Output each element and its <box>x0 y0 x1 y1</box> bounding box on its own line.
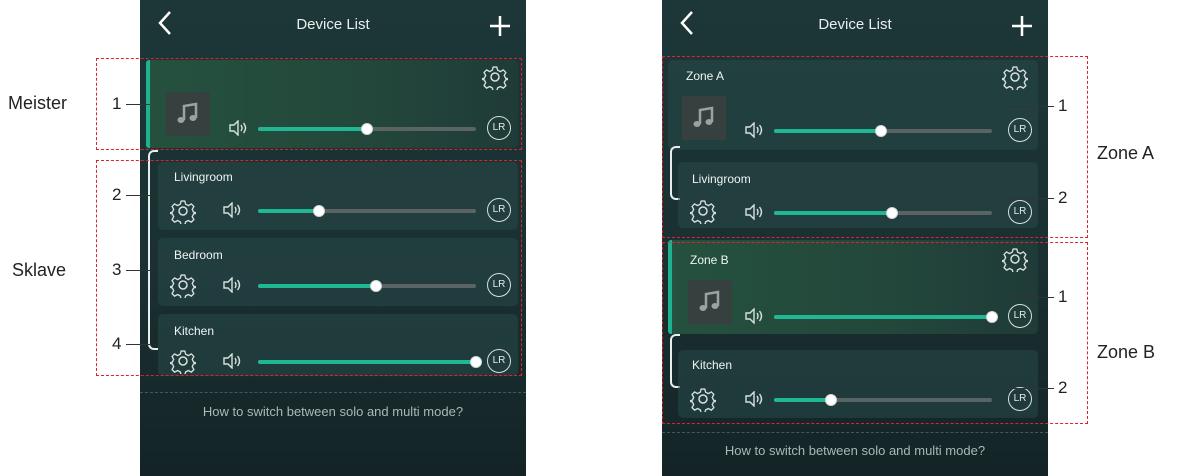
callout-number: 2 <box>112 185 122 204</box>
callout-leader <box>126 270 150 271</box>
callout-number: 1 <box>1058 96 1068 115</box>
master-highlight-box <box>96 58 522 150</box>
callout-leader <box>1006 297 1054 298</box>
top-bar: Device List <box>662 0 1048 52</box>
callout-leader <box>126 195 150 196</box>
zone-b-highlight-box <box>662 242 1088 424</box>
callout-number: 1 <box>1058 287 1068 306</box>
divider <box>662 432 1048 433</box>
callout-number: 2 <box>1058 378 1068 397</box>
zone-b-annotation: Zone B <box>1097 342 1156 362</box>
slave-highlight-box <box>96 160 522 376</box>
top-bar: Device List <box>140 0 526 52</box>
page-title: Device List <box>818 16 892 33</box>
slave-annotation: Sklave <box>12 260 67 280</box>
callout-leader <box>126 344 150 345</box>
callout-number: 2 <box>1058 188 1068 207</box>
help-link[interactable]: How to switch between solo and multi mod… <box>140 404 526 419</box>
zone-a-annotation: Zone A <box>1097 143 1155 163</box>
plus-icon[interactable] <box>488 14 512 38</box>
zone-a-highlight-box <box>662 56 1088 238</box>
divider <box>140 392 526 393</box>
callout-number: 3 <box>112 260 122 279</box>
help-link[interactable]: How to switch between solo and multi mod… <box>662 443 1048 458</box>
callout-leader <box>126 104 150 105</box>
callout-number: 1 <box>112 94 122 113</box>
callout-leader <box>1006 106 1054 107</box>
callout-leader <box>1006 198 1054 199</box>
callout-leader <box>1006 388 1054 389</box>
plus-icon[interactable] <box>1010 14 1034 38</box>
page-title: Device List <box>296 16 370 33</box>
callout-number: 4 <box>112 334 122 353</box>
master-annotation: Meister <box>8 93 68 113</box>
